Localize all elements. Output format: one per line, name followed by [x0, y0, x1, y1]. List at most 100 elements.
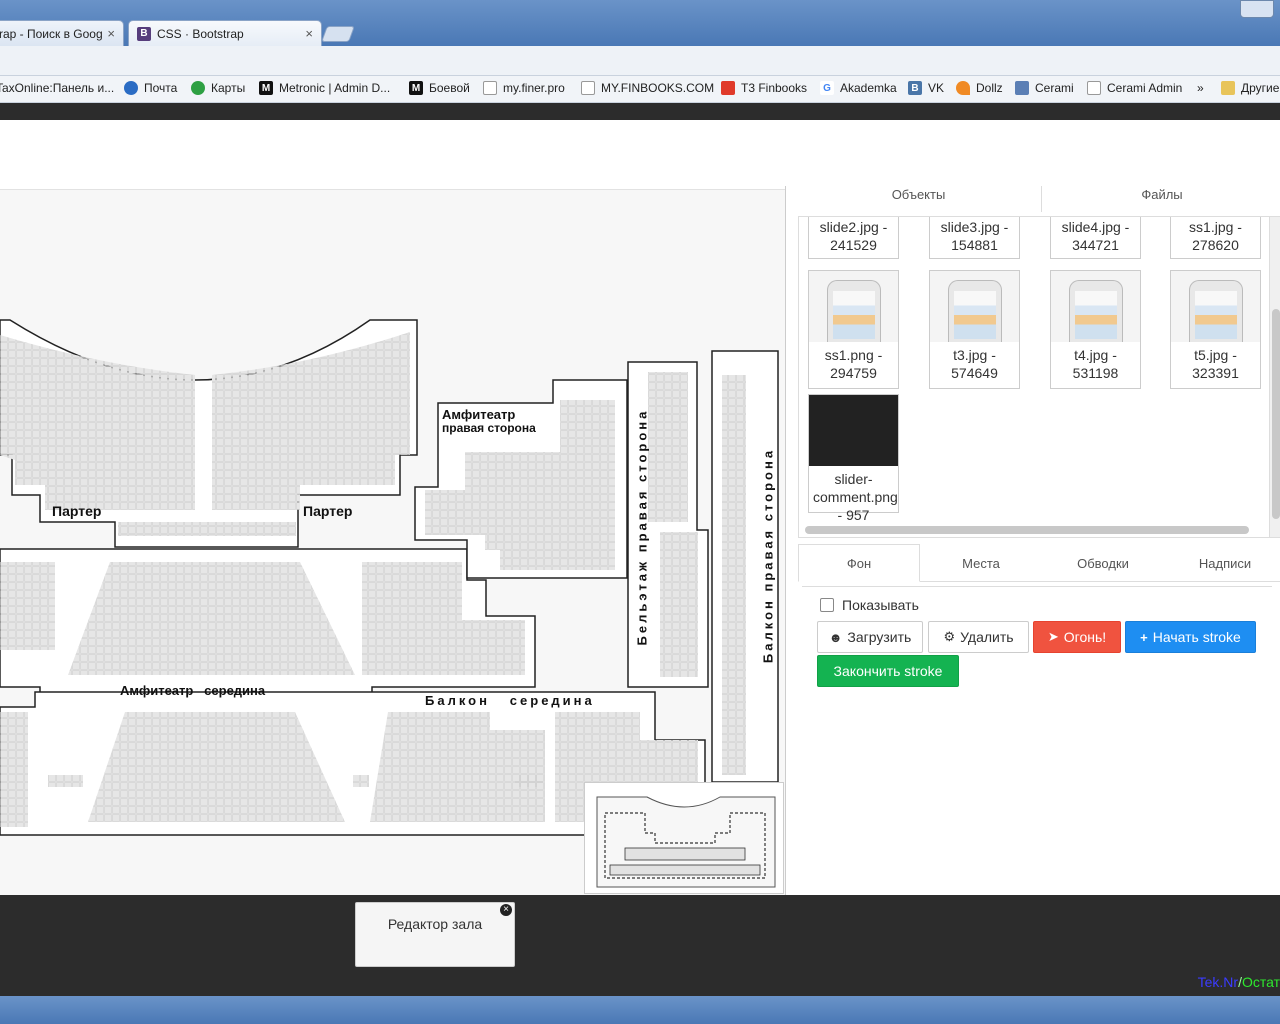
fire-button[interactable]: ➤ Огонь! [1033, 621, 1121, 653]
bookmark-dollz[interactable]: Dollz [956, 81, 1003, 95]
finish-stroke-button[interactable]: Закончить stroke [817, 655, 959, 687]
maps-icon [191, 81, 205, 95]
files-horizontal-scrollbar[interactable] [805, 526, 1249, 534]
file-item[interactable]: t4.jpg - 531198 [1050, 270, 1141, 389]
mezzanine-seats [660, 532, 698, 677]
phone-image [1068, 280, 1123, 342]
file-thumbnail [809, 395, 898, 466]
finish-stroke-label: Закончить stroke [833, 663, 943, 679]
credit-link-tek[interactable]: Tek.Nr [1198, 974, 1238, 990]
upload-button[interactable]: ☻ Загрузить [817, 621, 923, 653]
new-tab-button[interactable] [321, 26, 355, 42]
google-icon: G [820, 81, 834, 95]
phone-image [1188, 280, 1243, 342]
bookmarks-overflow[interactable]: » [1197, 81, 1204, 95]
bookmark-t3finbooks[interactable]: T3 Finbooks [721, 81, 807, 95]
bookmark-label: Metronic | Admin D... [279, 81, 391, 95]
checkbox-box[interactable] [820, 598, 834, 612]
bootstrap-icon: B [137, 26, 151, 41]
start-stroke-button[interactable]: + Начать stroke [1125, 621, 1256, 653]
window-bottom-edge [0, 996, 1280, 1024]
bookmark-label: » [1197, 81, 1204, 95]
file-thumbnail [1171, 271, 1260, 342]
label-balcony-right: Балкон правая сторона [760, 447, 776, 664]
bookmark-label: Akademka [840, 81, 897, 95]
mail-icon [124, 81, 138, 95]
gears-icon: ⚙ [943, 629, 956, 644]
hall-editor-notice: Редактор зала × [355, 902, 515, 967]
plus-icon: + [1140, 629, 1148, 645]
rocket-icon: ➤ [1047, 629, 1059, 644]
file-caption: t3.jpg - 574649 [951, 347, 998, 381]
bookmark-label: VK [928, 81, 945, 95]
bookmark-other[interactable]: Другие [1221, 81, 1279, 95]
file-item[interactable]: slide4.jpg - 344721 [1050, 217, 1141, 259]
window-close-button[interactable] [1240, 0, 1274, 18]
bookmark-akademka[interactable]: G Akademka [820, 81, 897, 95]
file-caption: slider-comment.png - 957 [813, 471, 898, 523]
bookmark-taxonline[interactable]: TaxOnline:Панель и... [0, 81, 114, 95]
page-icon [581, 81, 595, 95]
parter-back-row [118, 522, 296, 536]
bookmark-boevoy[interactable]: M Боевой [409, 81, 470, 95]
page-icon [483, 81, 497, 95]
credit-link-ostat[interactable]: Остат [1242, 974, 1280, 990]
tab-close-icon[interactable]: × [305, 26, 313, 41]
tab-seats[interactable]: Места [920, 544, 1042, 582]
panel-top-tabs: Объекты Файлы [796, 186, 1280, 212]
file-caption: slide4.jpg - 344721 [1061, 219, 1130, 253]
file-item[interactable]: t3.jpg - 574649 [929, 270, 1020, 389]
cerami-icon [1015, 81, 1029, 95]
file-item[interactable]: slide3.jpg - 154881 [929, 217, 1020, 259]
bookmark-vk[interactable]: B VK [908, 81, 944, 95]
browser-tab-title: rap - Поиск в Goog [0, 26, 103, 41]
bookmark-finer[interactable]: my.finer.pro [483, 81, 565, 95]
phone-image [826, 280, 881, 342]
show-checkbox[interactable]: Показывать [820, 597, 919, 613]
panel-bottom-tabs: Фон Места Обводки Надписи [798, 544, 1280, 582]
tab-outlines[interactable]: Обводки [1042, 544, 1164, 582]
file-item[interactable]: ss1.jpg - 278620 [1170, 217, 1261, 259]
pdf-icon [721, 81, 735, 95]
carrot-icon [956, 81, 970, 95]
bookmark-maps[interactable]: Карты [191, 81, 245, 95]
bookmark-cerami-admin[interactable]: Cerami Admin [1087, 81, 1182, 95]
bookmark-mail[interactable]: Почта [124, 81, 177, 95]
page-header [0, 120, 1280, 190]
tab-objects[interactable]: Объекты [796, 186, 1042, 212]
delete-button[interactable]: ⚙ Удалить [928, 621, 1029, 653]
background-tools: Показывать ☻ Загрузить ⚙ Удалить ➤ Огонь! +… [802, 586, 1272, 696]
bookmark-label: Cerami [1035, 81, 1074, 95]
parter-left-seats [0, 335, 195, 510]
bookmark-finbooks[interactable]: MY.FINBOOKS.COM [581, 81, 714, 95]
bookmark-metronic[interactable]: M Metronic | Admin D... [259, 81, 390, 95]
tab-captions[interactable]: Надписи [1164, 544, 1280, 582]
tab-background[interactable]: Фон [798, 544, 920, 582]
bookmark-cerami[interactable]: Cerami [1015, 81, 1074, 95]
tab-close-icon[interactable]: × [107, 26, 115, 41]
bookmark-label: my.finer.pro [503, 81, 565, 95]
metronic-icon: M [409, 81, 423, 95]
bookmarks-bar: TaxOnline:Панель и... Почта Карты M Metro… [0, 76, 1280, 103]
start-stroke-label: Начать stroke [1152, 629, 1241, 645]
file-caption: slide3.jpg - 154881 [940, 219, 1009, 253]
close-icon[interactable]: × [500, 904, 512, 916]
label-amph-right-title: Амфитеатр [442, 407, 516, 422]
bookmark-label: Карты [211, 81, 246, 95]
files-vertical-scrollbar[interactable] [1269, 217, 1280, 537]
tab-files[interactable]: Файлы [1042, 186, 1280, 212]
folder-icon [1221, 81, 1235, 95]
file-item[interactable]: t5.jpg - 323391 [1170, 270, 1261, 389]
browser-tab-google[interactable]: rap - Поиск в Goog × [0, 20, 124, 46]
file-caption: t4.jpg - 531198 [1072, 347, 1119, 381]
file-item[interactable]: ss1.png - 294759 [808, 270, 899, 389]
bookmark-label: Cerami Admin [1107, 81, 1183, 95]
file-caption: ss1.png - 294759 [824, 347, 883, 381]
phone-image [947, 280, 1002, 342]
hall-canvas[interactable]: Партер Партер Амфитеатр правая сторона А… [0, 190, 785, 895]
hall-minimap[interactable] [584, 782, 784, 894]
file-item[interactable]: slide2.jpg - 241529 [808, 217, 899, 259]
metronic-icon: M [259, 81, 273, 95]
browser-tab-bootstrap[interactable]: B CSS · Bootstrap × [128, 20, 322, 46]
file-item[interactable]: slider-comment.png - 957 [808, 394, 899, 523]
